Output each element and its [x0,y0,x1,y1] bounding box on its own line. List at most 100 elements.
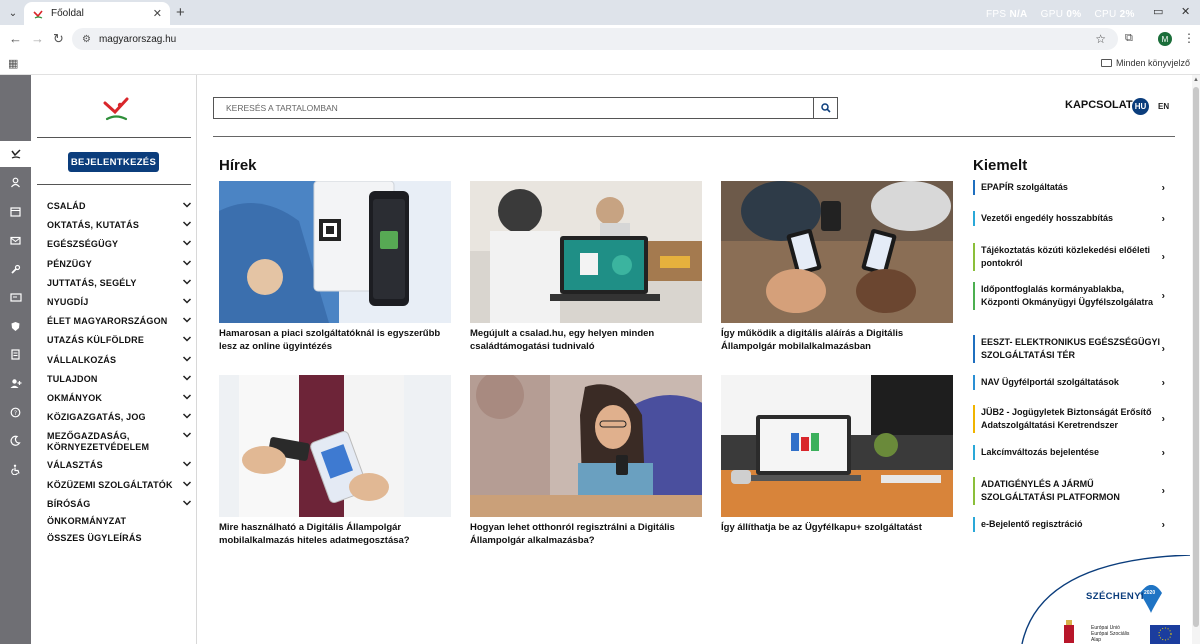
rail-help-icon[interactable]: ? [0,399,31,425]
news-title[interactable]: Hamarosan a piaci szolgáltatóknál is egy… [219,327,451,353]
menu-item-nyugdij[interactable]: NYUGDÍJ [47,296,192,309]
chevron-down-icon[interactable] [182,411,192,424]
menu-item-onkormanyzat[interactable]: ÖNKORMÁNYZAT [47,516,191,527]
rail-mail-icon[interactable] [0,227,31,253]
menu-item-okmanyok[interactable]: OKMÁNYOK [47,392,192,405]
featured-item[interactable]: Időpontfoglalás kormányablakba, Központi… [973,282,1165,310]
news-card[interactable]: Hamarosan a piaci szolgáltatóknál is egy… [219,181,451,353]
menu-item-osszes-ugyleiras[interactable]: ÖSSZES ÜGYLEÍRÁS [47,533,191,544]
news-image-phones-hands[interactable] [721,181,953,323]
news-image-doctor-phone[interactable] [219,375,451,517]
news-card[interactable]: Így állíthatja be az Ügyfélkapu+ szolgál… [721,375,953,534]
menu-item-egeszsegugy[interactable]: EGÉSZSÉGÜGY [47,238,192,251]
site-logo[interactable] [98,95,134,125]
forward-arrow-icon[interactable]: → [31,31,44,46]
all-bookmarks-button[interactable]: Minden könyvjelző [1100,58,1190,68]
rail-id-card-icon[interactable] [0,284,31,310]
profile-avatar[interactable]: M [1158,32,1172,46]
featured-item[interactable]: EESZT- ELEKTRONIKUS EGÉSZSÉGÜGYI SZOLGÁL… [973,335,1165,363]
news-card[interactable]: Hogyan lehet otthonról regisztrálni a Di… [470,375,702,547]
browser-menu-icon[interactable]: ⋮ [1183,31,1195,45]
tab-close-icon[interactable]: ✕ [153,7,162,20]
news-title[interactable]: Megújult a csalad.hu, egy helyen minden … [470,327,702,353]
news-image-laptop-family[interactable] [470,181,702,323]
featured-item[interactable]: ADATIGÉNYLÉS A JÁRMŰ SZOLGÁLTATÁSI PLATF… [973,477,1165,505]
contact-link[interactable]: KAPCSOLAT [1065,99,1133,111]
rail-document-icon[interactable] [0,341,31,367]
chevron-down-icon[interactable] [182,498,192,511]
search-button[interactable] [813,98,837,118]
szechenyi-2020-badge[interactable]: SZÉCHENYI 2020 Európai Unió Európai Szoc… [1020,555,1190,644]
chevron-down-icon[interactable] [182,258,192,271]
menu-item-valasztas[interactable]: VÁLASZTÁS [47,459,192,472]
chevron-down-icon[interactable] [182,430,192,443]
back-arrow-icon[interactable]: ← [9,31,22,46]
news-card[interactable]: Megújult a csalad.hu, egy helyen minden … [470,181,702,353]
news-card[interactable]: Mire használható a Digitális Állampolgár… [219,375,451,547]
tab-search-button[interactable]: ⌄ [4,4,22,22]
apps-grid-icon[interactable]: ▦ [8,57,18,70]
rail-calendar-icon[interactable] [0,198,31,224]
menu-item-elet-magyarorszagon[interactable]: ÉLET MAGYARORSZÁGON [47,315,192,328]
menu-item-juttatas[interactable]: JUTTATÁS, SEGÉLY [47,277,192,290]
news-card[interactable]: Így működik a digitális aláírás a Digitá… [721,181,953,353]
chevron-down-icon[interactable] [182,392,192,405]
chevron-down-icon[interactable] [182,277,192,290]
search-input[interactable] [214,98,813,118]
extensions-puzzle-icon[interactable]: ⧉ [1125,32,1133,45]
chevron-down-icon[interactable] [182,200,192,213]
rail-home-icon[interactable] [0,141,31,167]
chevron-down-icon[interactable] [182,354,192,367]
chevron-down-icon[interactable] [182,459,192,472]
featured-item[interactable]: Vezetői engedély hosszabbítás › [973,211,1165,226]
scroll-up-arrow-icon[interactable]: ▲ [1193,77,1199,83]
featured-item[interactable]: Tájékoztatás közúti közlekedési előéleti… [973,243,1165,271]
featured-item[interactable]: NAV Ügyfélportál szolgáltatások › [973,375,1165,390]
url-field[interactable]: ⚙ magyarorszag.hu ☆ [72,28,1118,50]
news-title[interactable]: Mire használható a Digitális Állampolgár… [219,521,451,547]
bookmark-star-icon[interactable]: ☆ [1095,32,1106,46]
news-image-phone-qr[interactable] [219,181,451,323]
chevron-down-icon[interactable] [182,334,192,347]
menu-item-utazas-kulfoldre[interactable]: UTAZÁS KÜLFÖLDRE [47,334,192,347]
rail-moon-icon[interactable] [0,427,31,453]
news-image-laptop-desk[interactable] [721,375,953,517]
rail-shield-icon[interactable] [0,313,31,339]
chevron-down-icon[interactable] [182,315,192,328]
featured-item[interactable]: EPAPÍR szolgáltatás › [973,180,1165,195]
news-title[interactable]: Hogyan lehet otthonról regisztrálni a Di… [470,521,702,547]
chevron-down-icon[interactable] [182,373,192,386]
language-hu-button[interactable]: HU [1132,98,1149,115]
menu-item-vallalkozas[interactable]: VÁLLALKOZÁS [47,354,192,367]
chevron-down-icon[interactable] [182,296,192,309]
menu-item-birosag[interactable]: BÍRÓSÁG [47,498,192,511]
news-title[interactable]: Így működik a digitális aláírás a Digitá… [721,327,953,353]
news-image-woman-phone[interactable] [470,375,702,517]
browser-tab-active[interactable]: Főoldal ✕ [24,2,170,25]
page-scrollbar[interactable]: ▲ [1192,75,1200,644]
menu-item-kozigazgatas[interactable]: KÖZIGAZGATÁS, JOG [47,411,192,424]
rail-user-icon[interactable] [0,169,31,195]
rail-accessibility-icon[interactable] [0,456,31,482]
featured-item[interactable]: JÜB2 - Jogügyletek Biztonságát Erősítő A… [973,405,1165,433]
site-info-icon[interactable]: ⚙ [82,34,91,45]
new-tab-plus-icon[interactable]: + [176,4,185,21]
scrollbar-thumb[interactable] [1193,87,1199,627]
featured-item[interactable]: Lakcímváltozás bejelentése › [973,445,1165,460]
rail-user-add-icon[interactable] [0,370,31,396]
chevron-down-icon[interactable] [182,479,192,492]
chevron-down-icon[interactable] [182,238,192,251]
menu-item-kozuzemi[interactable]: KÖZÜZEMI SZOLGÁLTATÓK [47,479,192,492]
language-en-button[interactable]: EN [1158,102,1169,111]
chevron-down-icon[interactable] [182,219,192,232]
menu-item-csalad[interactable]: CSALÁD [47,200,192,213]
menu-item-tulajdon[interactable]: TULAJDON [47,373,192,386]
minimize-window-icon[interactable]: ▭ [1153,5,1163,18]
rail-wrench-icon[interactable] [0,256,31,282]
close-window-icon[interactable]: ✕ [1181,5,1190,18]
menu-item-oktatas[interactable]: OKTATÁS, KUTATÁS [47,219,192,232]
reload-icon[interactable]: ↻ [53,31,64,47]
menu-item-penzugy[interactable]: PÉNZÜGY [47,258,192,271]
menu-item-mezogazdasag[interactable]: MEZŐGAZDASÁG, KÖRNYEZETVÉDELEM [47,431,192,453]
news-title[interactable]: Így állíthatja be az Ügyfélkapu+ szolgál… [721,521,953,534]
